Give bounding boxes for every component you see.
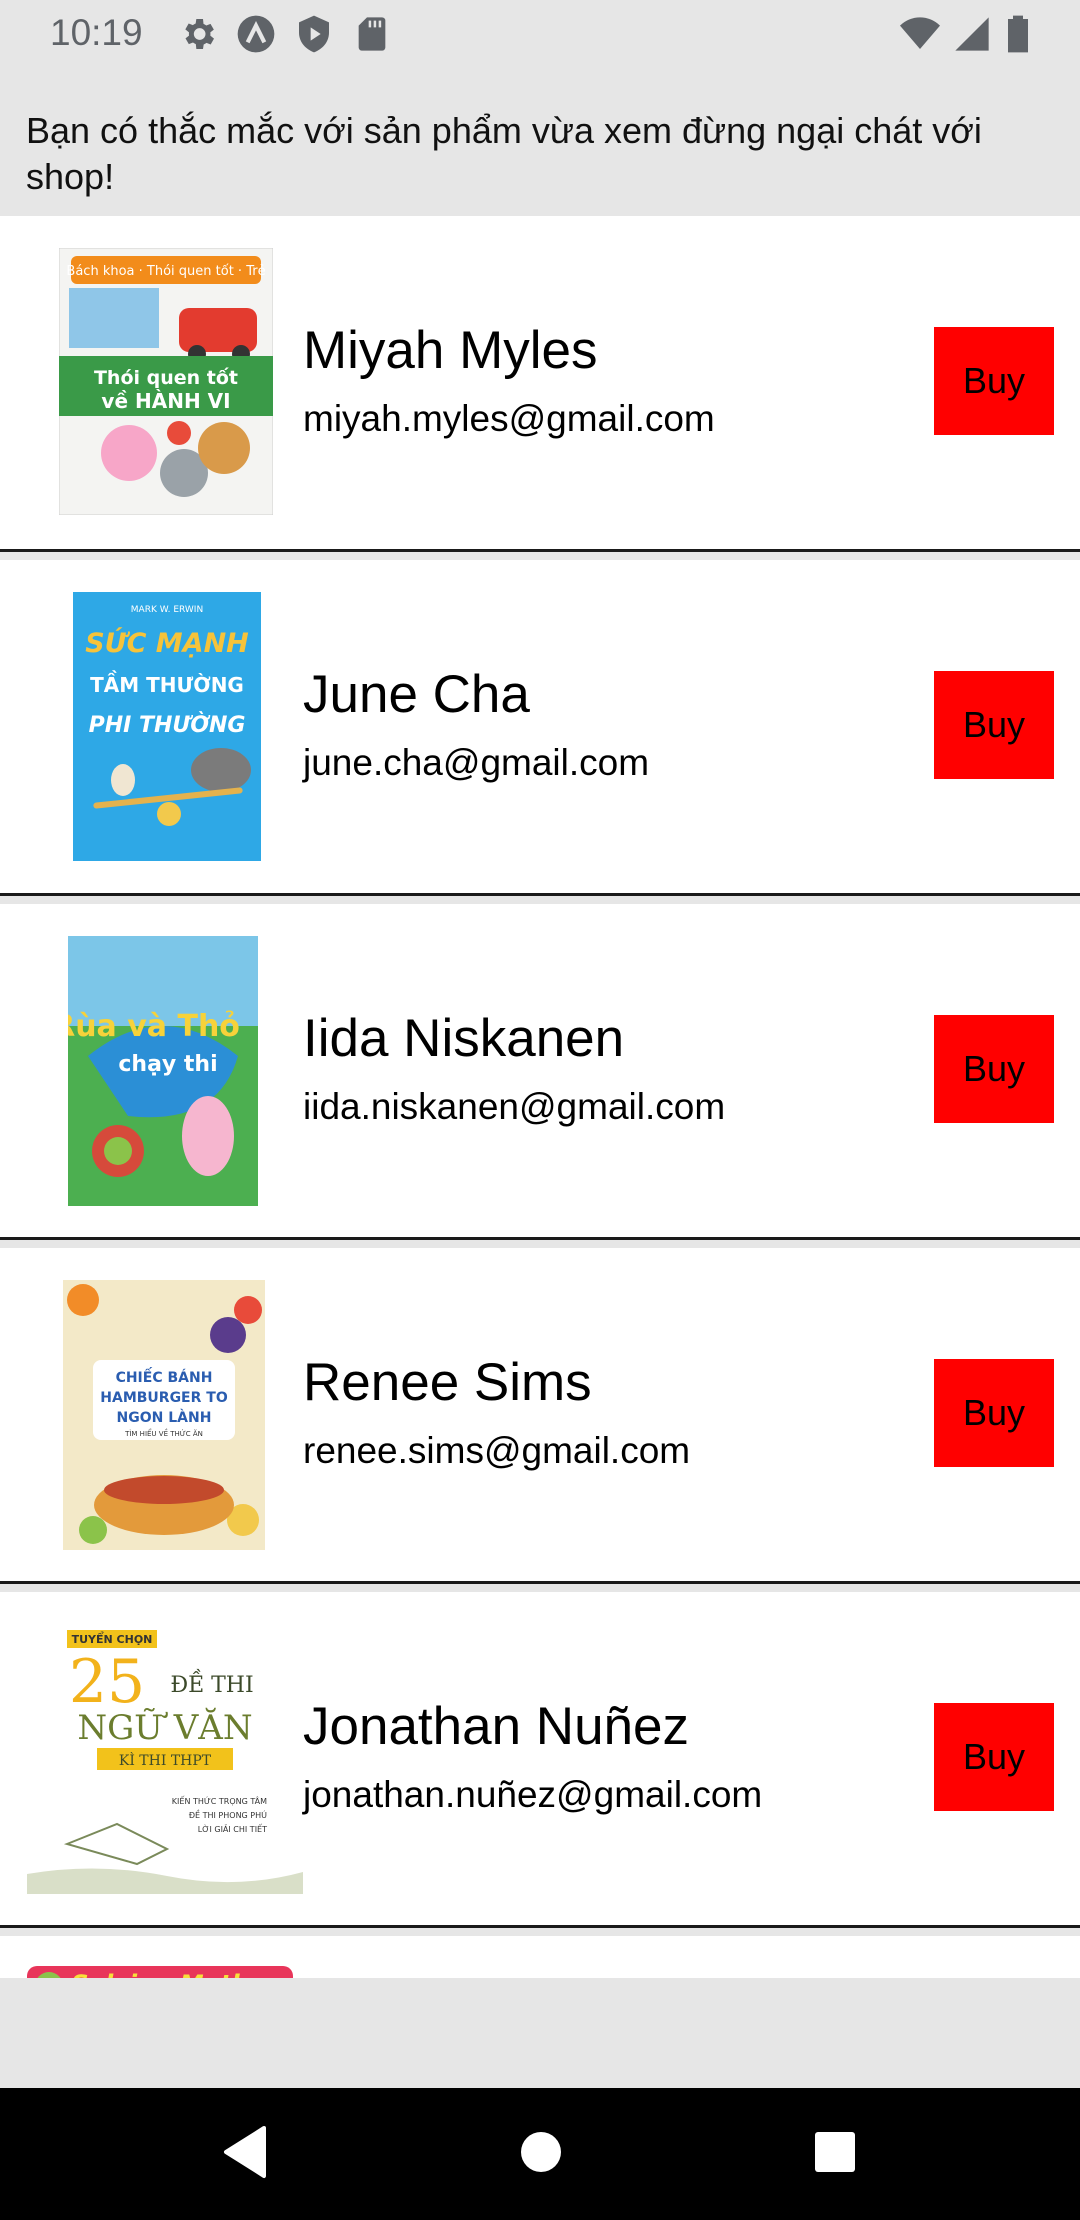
item-name: Miyah Myles <box>303 321 598 380</box>
status-bar: 10:19 <box>0 0 1080 68</box>
svg-text:chạy thi: chạy thi <box>118 1052 217 1077</box>
list-item[interactable]: MARK W. ERWIN SỨC MẠNH TẦM THƯỜNG PHI TH… <box>0 560 1080 896</box>
back-icon[interactable] <box>220 2124 270 2180</box>
item-email: miyah.myles@gmail.com <box>303 398 715 439</box>
svg-text:LỜI GIẢI CHI TIẾT: LỜI GIẢI CHI TIẾT <box>198 1823 267 1834</box>
svg-text:PHI THƯỜNG: PHI THƯỜNG <box>89 712 246 738</box>
home-icon[interactable] <box>517 2124 565 2180</box>
autofill-icon <box>237 15 275 53</box>
item-name: Renee Sims <box>303 1353 592 1412</box>
book-cover-image: Bách khoa · Thói quen tốt · Trẻ Thói que… <box>59 248 273 515</box>
svg-text:NGON LÀNH: NGON LÀNH <box>117 1409 212 1426</box>
book-cover-image: CHIẾC BÁNH HAMBURGER TO NGON LÀNH TÌM HI… <box>63 1280 265 1550</box>
cell-signal-icon <box>955 17 989 51</box>
svg-text:về HÀNH VI: về HÀNH VI <box>101 389 230 413</box>
book-cover-image: MARK W. ERWIN SỨC MẠNH TẦM THƯỜNG PHI TH… <box>73 592 261 861</box>
svg-text:NGỮ VĂN: NGỮ VĂN <box>77 1707 252 1748</box>
list-item[interactable]: Solving Maths <box>0 1936 1080 1978</box>
svg-text:HAMBURGER TO: HAMBURGER TO <box>100 1390 228 1406</box>
buy-button[interactable]: Buy <box>934 671 1054 779</box>
svg-text:ĐỀ THI: ĐỀ THI <box>170 1668 253 1698</box>
book-cover-image: TUYỂN CHỌN 25 ĐỀ THI NGỮ VĂN KÌ THI THPT… <box>27 1624 303 1894</box>
buy-button[interactable]: Buy <box>934 1703 1054 1811</box>
svg-text:CHIẾC BÁNH: CHIẾC BÁNH <box>116 1367 213 1386</box>
item-name: Jonathan Nuñez <box>303 1697 690 1756</box>
svg-text:TUYỂN CHỌN: TUYỂN CHỌN <box>72 1631 153 1646</box>
svg-text:KIẾN THỨC TRỌNG TÂM: KIẾN THỨC TRỌNG TÂM <box>172 1795 267 1806</box>
svg-text:MARK W. ERWIN: MARK W. ERWIN <box>131 605 203 615</box>
svg-text:KÌ THI THPT: KÌ THI THPT <box>119 1751 212 1769</box>
svg-text:Bách khoa · Thói quen tốt · Tr: Bách khoa · Thói quen tốt · Trẻ <box>66 264 265 279</box>
svg-text:TẦM THƯỜNG: TẦM THƯỜNG <box>90 671 244 697</box>
svg-text:Rùa và Thỏ: Rùa và Thỏ <box>68 1009 240 1044</box>
item-email: june.cha@gmail.com <box>303 742 650 783</box>
list-item[interactable]: Rùa và Thỏ chạy thi Iida Niskanen iida.n… <box>0 904 1080 1240</box>
item-name: June Cha <box>303 665 530 724</box>
book-cover-image: Solving Maths <box>27 1966 293 1978</box>
list-item[interactable]: TUYỂN CHỌN 25 ĐỀ THI NGỮ VĂN KÌ THI THPT… <box>0 1592 1080 1928</box>
buy-button[interactable]: Buy <box>934 327 1054 435</box>
svg-text:Thói quen tốt: Thói quen tốt <box>94 366 238 389</box>
wifi-icon <box>900 17 940 49</box>
sd-card-icon <box>358 17 386 51</box>
svg-text:25: 25 <box>69 1647 145 1717</box>
list-item[interactable]: Bách khoa · Thói quen tốt · Trẻ Thói que… <box>0 216 1080 552</box>
svg-text:SỨC MẠNH: SỨC MẠNH <box>85 627 249 659</box>
system-nav-bar <box>0 2088 1080 2220</box>
list-item[interactable]: CHIẾC BÁNH HAMBURGER TO NGON LÀNH TÌM HI… <box>0 1248 1080 1584</box>
item-name: Iida Niskanen <box>303 1009 625 1068</box>
product-list[interactable]: Bách khoa · Thói quen tốt · Trẻ Thói que… <box>0 216 1080 1978</box>
item-email: renee.sims@gmail.com <box>303 1430 691 1471</box>
item-email: jonathan.nuñez@gmail.com <box>303 1774 763 1815</box>
recents-icon[interactable] <box>812 2124 858 2180</box>
item-email: iida.niskanen@gmail.com <box>303 1086 726 1127</box>
buy-button[interactable]: Buy <box>934 1015 1054 1123</box>
svg-text:TÌM HIỂU VỀ THỨC ĂN: TÌM HIỂU VỀ THỨC ĂN <box>124 1428 203 1438</box>
svg-text:Solving Maths: Solving Maths <box>71 1970 262 1978</box>
chat-banner-text: Bạn có thắc mắc với sản phẩm vừa xem đừn… <box>26 110 982 197</box>
book-cover-image: Rùa và Thỏ chạy thi <box>68 936 258 1206</box>
gear-icon <box>185 19 214 49</box>
status-time: 10:19 <box>50 12 143 53</box>
play-protect-icon <box>299 15 329 53</box>
buy-button[interactable]: Buy <box>934 1359 1054 1467</box>
battery-icon <box>1008 15 1028 53</box>
chat-banner: Bạn có thắc mắc với sản phẩm vừa xem đừn… <box>0 108 1080 216</box>
